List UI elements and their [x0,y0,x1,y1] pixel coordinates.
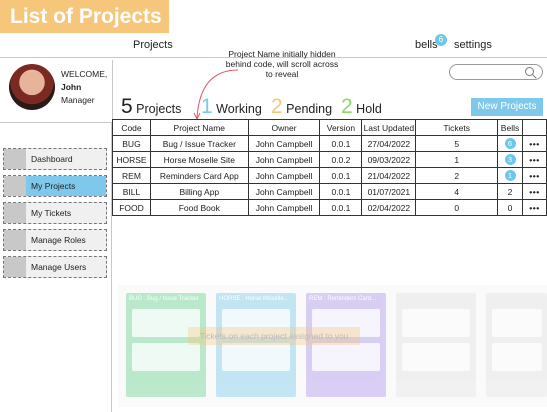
table-cell: 0.0.1 [319,135,363,152]
stat-projects: 5 Projects [121,95,182,118]
row-actions-button[interactable]: ••• [522,135,547,152]
table-row[interactable]: BUG Bug / Issue Tracker John Campbell 0.0.1… [112,135,547,152]
col-header-last-updated[interactable]: Last Updated [361,119,417,136]
table-row[interactable]: BILL Billing App John Campbell 0.0.1 01/07/2… [112,183,547,200]
table-row[interactable]: FOOD Food Book John Campbell 0.0.1 02/04/202… [112,199,547,216]
sidebar-icon [4,230,26,250]
sidebar-icon [4,203,26,223]
table-cell: Food Book [149,199,249,216]
table-header-row: Code Project Name Owner Version Last Upd… [112,119,547,136]
table-cell: John Campbell [247,135,321,152]
sidebar-icon [4,257,26,277]
row-actions-button[interactable]: ••• [522,183,547,200]
table-cell: FOOD [112,199,151,216]
stat-pending: 2 Pending [271,95,333,118]
row-actions-button[interactable]: ••• [522,151,547,168]
projects-table: Code Project Name Owner Version Last Upd… [112,119,547,216]
table-row[interactable]: REM Reminders Card App John Campbell 0.0.1 2… [112,167,547,184]
bell-count-badge: 6 [504,138,516,149]
table-cell: 02/04/2022 [361,199,417,216]
kanban-column: BUG : Bug / Issue Tracker [126,293,206,397]
sidebar-item-my-tickets[interactable]: My Tickets [3,202,107,224]
sidebar: Dashboard My Projects My Tickets Manage … [0,122,112,412]
table-cell: 4 [415,183,499,200]
table-cell: BUG [112,135,151,152]
table-cell: 0.0.2 [319,151,363,168]
sidebar-item-label: My Projects [31,181,76,191]
bell-count-badge: 1 [504,170,516,181]
bells-cell: 2 [497,183,523,200]
sidebar-item-manage-roles[interactable]: Manage Roles [3,229,107,251]
table-cell: 0 [415,199,499,216]
table-cell: 0.0.1 [319,167,363,184]
stat-working: 1 Working [201,95,262,118]
table-cell: John Campbell [247,167,321,184]
table-cell: John Campbell [247,183,321,200]
table-cell: 09/03/2022 [361,151,417,168]
table-cell: Horse Moselle Site [149,151,249,168]
kanban-column [486,293,547,397]
col-header-tickets[interactable]: Tickets [415,119,499,136]
col-header-version[interactable]: Version [319,119,363,136]
sidebar-item-dashboard[interactable]: Dashboard [3,148,107,170]
sidebar-item-manage-users[interactable]: Manage Users [3,256,107,278]
col-header-code[interactable]: Code [112,119,151,136]
col-header-bells[interactable]: Bells [497,119,523,136]
kanban-column [396,293,476,397]
kanban-overlay-label: Tickets on each project assigned to you [188,327,360,345]
user-role: Manager [61,95,95,105]
sidebar-item-label: My Tickets [31,208,72,218]
table-cell: 21/04/2022 [361,167,417,184]
search-input[interactable] [449,64,543,80]
avatar [9,64,55,110]
bell-count-badge: 3 [504,154,516,165]
table-cell: 1 [415,151,499,168]
table-cell: 27/04/2022 [361,135,417,152]
table-cell: Billing App [149,183,249,200]
table-cell: 0.0.1 [319,183,363,200]
sidebar-item-label: Dashboard [31,154,73,164]
col-header-actions [522,119,547,136]
row-actions-button[interactable]: ••• [522,167,547,184]
table-cell: John Campbell [247,199,321,216]
table-cell: HORSE [112,151,151,168]
sidebar-icon [4,149,26,169]
table-cell: Bug / Issue Tracker [149,135,249,152]
table-cell: Reminders Card App [149,167,249,184]
col-header-owner[interactable]: Owner [247,119,321,136]
bells-cell: 6 [497,135,523,152]
sidebar-item-label: Manage Users [31,262,87,272]
table-cell: 01/07/2021 [361,183,417,200]
bells-cell: 3 [497,151,523,168]
table-cell: REM [112,167,151,184]
table-cell: 2 [415,167,499,184]
table-cell: John Campbell [247,151,321,168]
kanban-preview: BUG : Bug / Issue Tracker HORSE : Horse … [118,285,547,407]
welcome-block: WELCOME, John Manager [61,68,107,107]
stat-hold: 2 Hold [341,95,382,118]
sidebar-icon [4,176,26,196]
col-header-project-name[interactable]: Project Name [149,119,249,136]
welcome-label: WELCOME, [61,69,108,79]
table-row[interactable]: HORSE Horse Moselle Site John Campbell 0.0.… [112,151,547,168]
table-cell: BILL [112,183,151,200]
bells-cell: 1 [497,167,523,184]
bell-count: 0 [507,202,513,213]
bell-count: 2 [507,186,513,197]
sidebar-item-label: Manage Roles [31,235,86,245]
sidebar-item-my-projects[interactable]: My Projects [3,175,107,197]
table-cell: 0.0.1 [319,199,363,216]
new-project-button[interactable]: New Projects [471,98,543,116]
kanban-column: REM : Reminders Card... [306,293,386,397]
table-cell: 5 [415,135,499,152]
user-name: John [61,82,82,92]
kanban-column: HORSE : Horse Moselle... [216,293,296,397]
row-actions-button[interactable]: ••• [522,199,547,216]
bells-cell: 0 [497,199,523,216]
